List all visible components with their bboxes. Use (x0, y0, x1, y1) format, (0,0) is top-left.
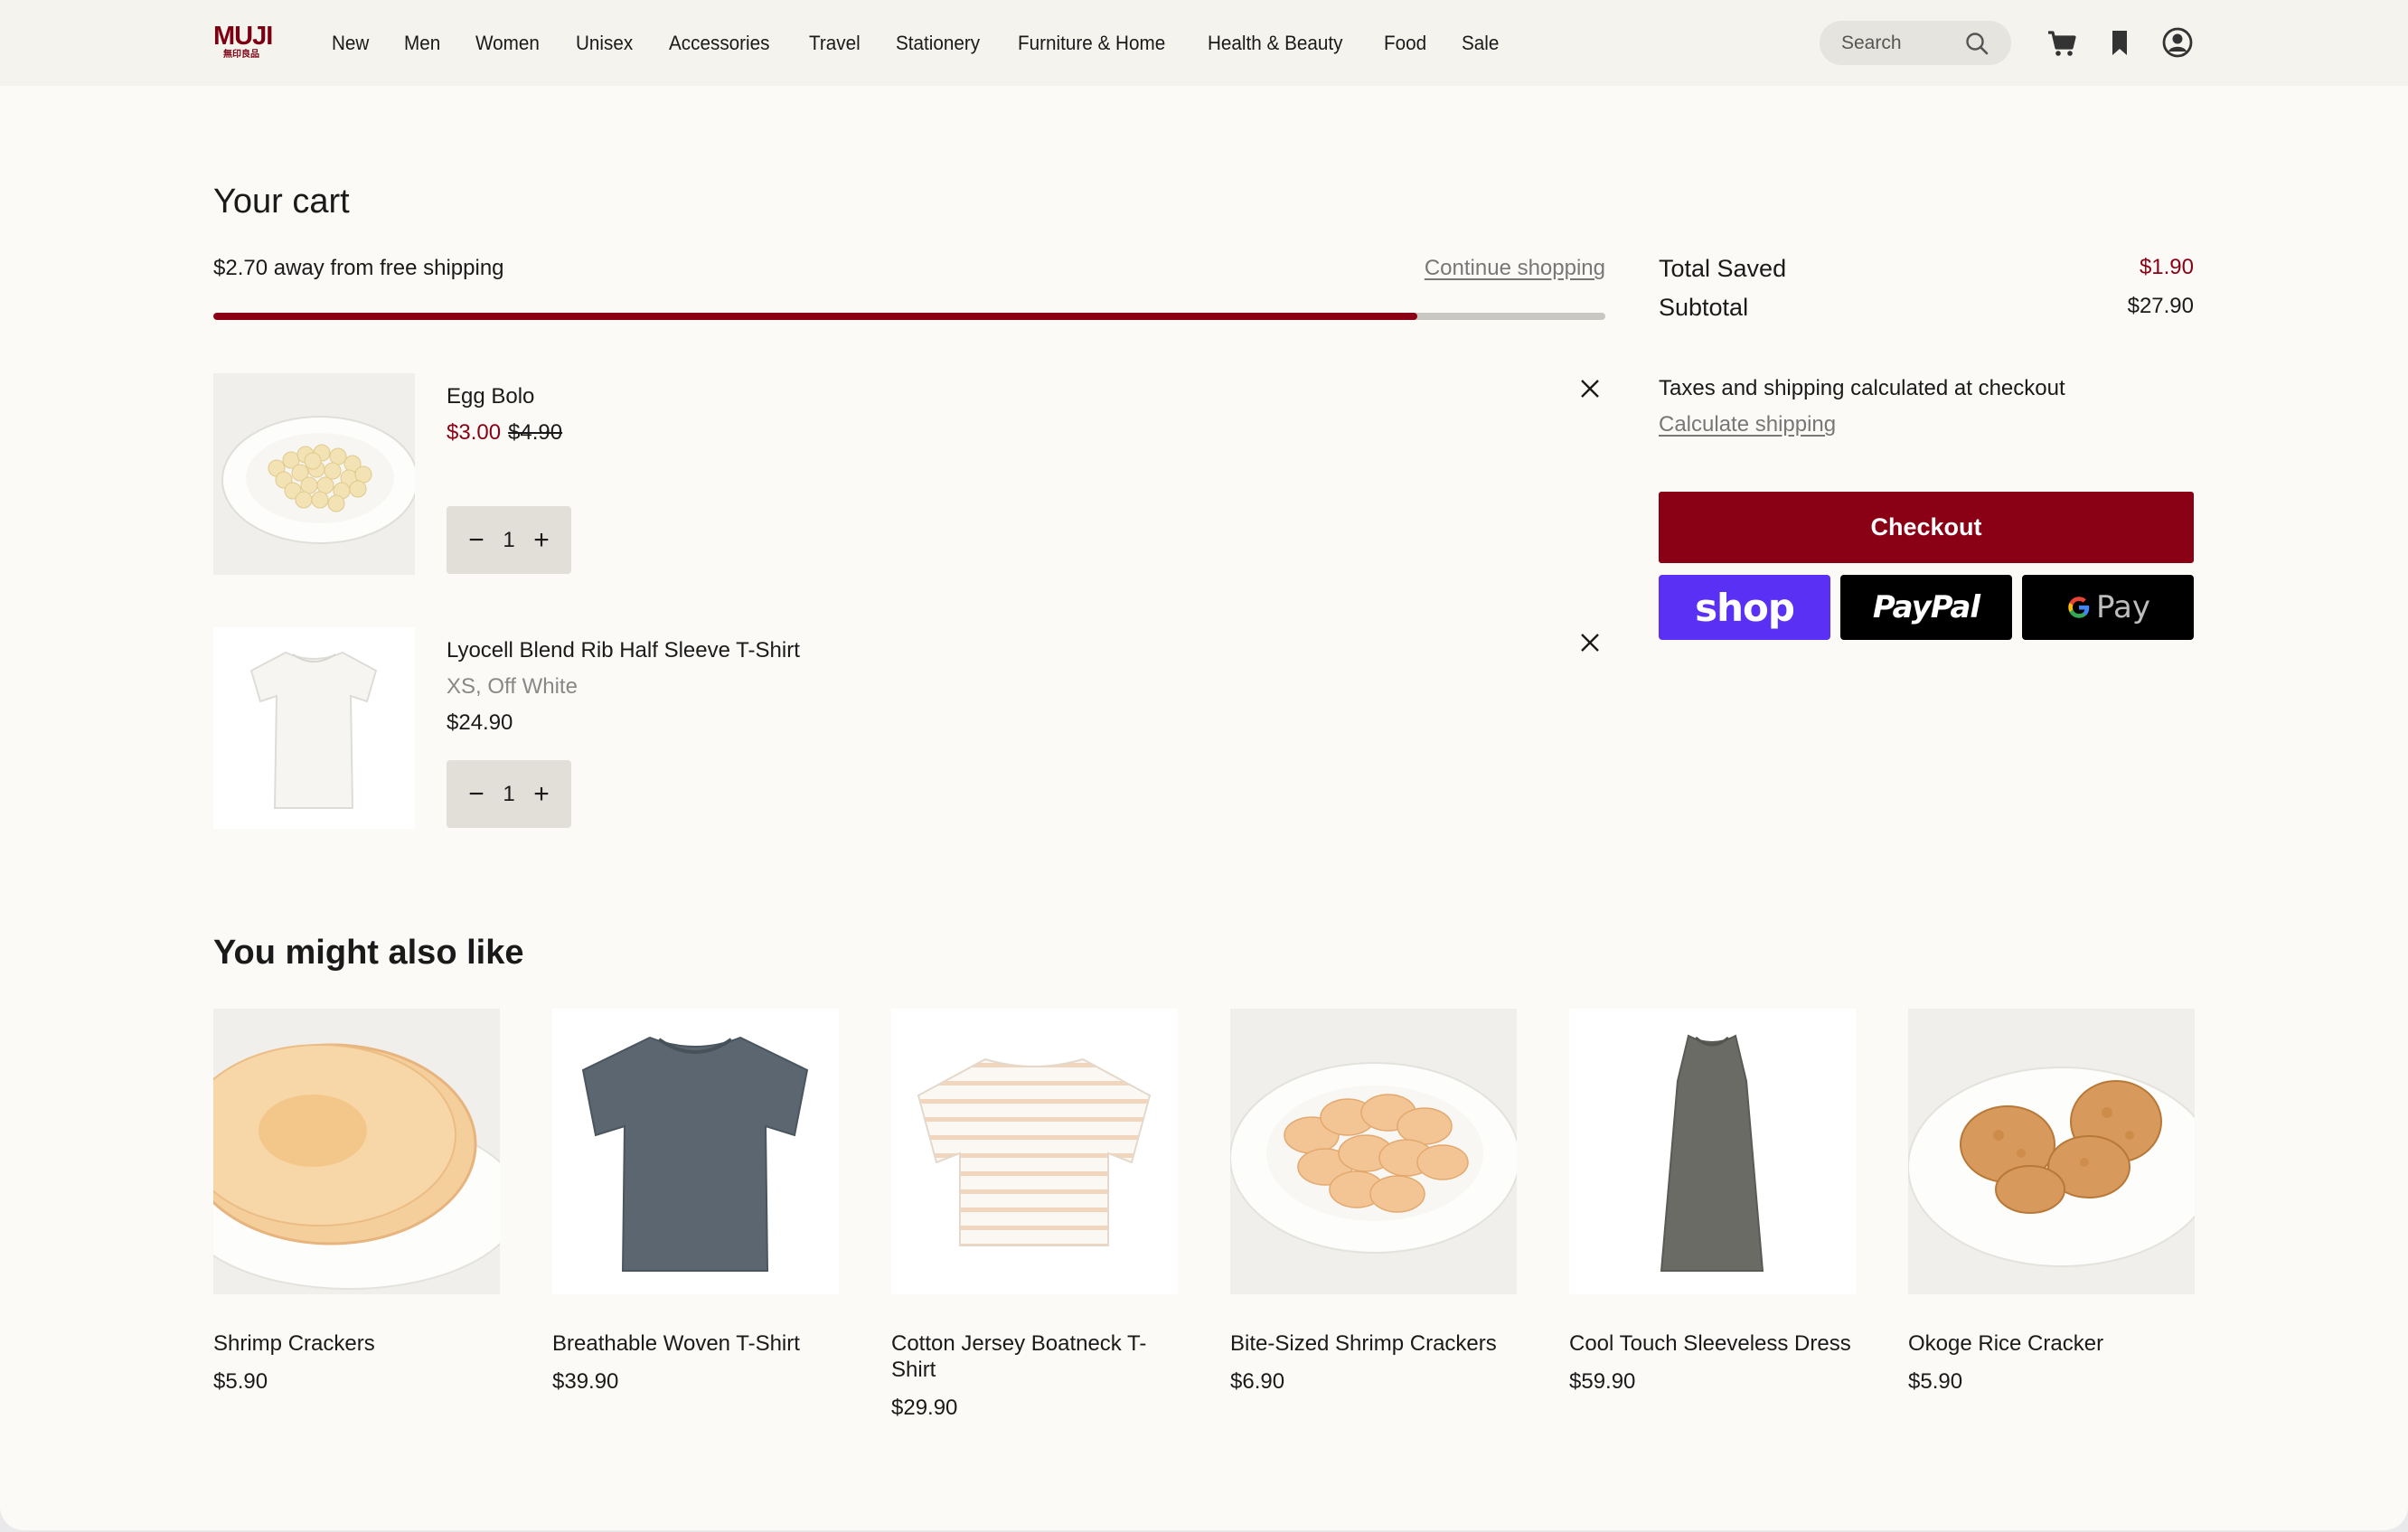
cart-title: Your cart (213, 183, 350, 221)
decrease-quantity-button[interactable]: − (465, 780, 488, 807)
nav-item-unisex[interactable]: Unisex (576, 32, 633, 55)
product-card[interactable]: Shrimp Crackers $5.90 (213, 1009, 500, 1395)
google-g-icon (2068, 597, 2090, 618)
google-pay-button[interactable]: Pay (2022, 575, 2194, 640)
free-shipping-progress (213, 313, 1605, 320)
nav-item-health-beauty[interactable]: Health & Beauty (1208, 32, 1342, 55)
checkout-button[interactable]: Checkout (1659, 492, 2194, 563)
product-price: $29.90 (891, 1396, 958, 1420)
product-price: $6.90 (1230, 1369, 1285, 1394)
search-icon[interactable] (1964, 31, 1989, 56)
product-price: $5.90 (1908, 1369, 1963, 1394)
main-nav: New Men Women Unisex Accessories Travel … (332, 0, 1501, 86)
cart-icon[interactable] (2044, 24, 2080, 61)
account-icon[interactable] (2159, 24, 2196, 61)
paypal-logo: PayPal (1872, 589, 1980, 625)
product-card[interactable]: Breathable Woven T-Shirt $39.90 (552, 1009, 839, 1395)
quantity-stepper: − 1 + (447, 506, 571, 574)
shop-pay-logo: shop (1695, 585, 1795, 630)
nav-item-travel[interactable]: Travel (809, 32, 861, 55)
egg-bolo-image[interactable] (213, 373, 415, 575)
remove-item-icon[interactable] (1575, 627, 1605, 658)
google-pay-logo: Pay (2065, 589, 2150, 625)
nav-item-new[interactable]: New (332, 32, 369, 55)
cart-item-variant: XS, Off White (447, 674, 578, 699)
paypal-button[interactable]: PayPal (1840, 575, 2012, 640)
cart-item-name[interactable]: Lyocell Blend Rib Half Sleeve T-Shirt (447, 638, 800, 663)
okoge-rice-cracker-image[interactable] (1908, 1009, 2195, 1294)
shop-pay-button[interactable]: shop (1659, 575, 1830, 640)
product-price: $39.90 (552, 1369, 619, 1394)
muji-logo[interactable]: MUJI 無印良品 (213, 22, 273, 61)
recommendations-title: You might also like (213, 934, 524, 972)
continue-shopping-link[interactable]: Continue shopping (1425, 256, 1605, 281)
shrimp-crackers-image[interactable] (213, 1009, 500, 1294)
site-header: MUJI 無印良品 New Men Women Unisex Accessori… (0, 0, 2408, 86)
tax-note: Taxes and shipping calculated at checkou… (1659, 376, 2065, 400)
bookmark-icon[interactable] (2102, 24, 2138, 61)
product-name[interactable]: Shrimp Crackers (213, 1330, 500, 1357)
product-card[interactable]: Bite-Sized Shrimp Crackers $6.90 (1230, 1009, 1517, 1395)
product-name[interactable]: Cool Touch Sleeveless Dress (1569, 1330, 1856, 1357)
nav-item-stationery[interactable]: Stationery (896, 32, 980, 55)
product-name[interactable]: Cotton Jersey Boatneck T-Shirt (891, 1330, 1178, 1383)
product-price: $5.90 (213, 1369, 268, 1394)
free-shipping-progress-fill (213, 313, 1418, 320)
nav-item-men[interactable]: Men (404, 32, 440, 55)
lyocell-tshirt-image[interactable] (213, 627, 415, 829)
decrease-quantity-button[interactable]: − (465, 526, 488, 553)
nav-item-women[interactable]: Women (475, 32, 540, 55)
total-saved-value: $1.90 (2139, 255, 2194, 279)
sale-price: $3.00 (447, 420, 502, 445)
subtotal-row: Subtotal $27.90 (1659, 294, 2194, 322)
total-saved-row: Total Saved $1.90 (1659, 255, 2194, 283)
increase-quantity-button[interactable]: + (530, 526, 553, 553)
subtotal-label: Subtotal (1659, 294, 1749, 321)
bite-sized-crackers-image[interactable] (1230, 1009, 1517, 1294)
nav-item-furniture-home[interactable]: Furniture & Home (1018, 32, 1165, 55)
increase-quantity-button[interactable]: + (530, 780, 553, 807)
product-name[interactable]: Breathable Woven T-Shirt (552, 1330, 839, 1357)
nav-item-sale[interactable]: Sale (1462, 32, 1499, 55)
google-pay-text: Pay (2096, 589, 2150, 625)
search-input[interactable] (1841, 21, 1968, 65)
original-price: $4.90 (508, 420, 563, 445)
product-name[interactable]: Okoge Rice Cracker (1908, 1330, 2195, 1357)
quantity-value: 1 (503, 781, 515, 806)
product-card[interactable]: Cool Touch Sleeveless Dress $59.90 (1569, 1009, 1856, 1395)
quantity-value: 1 (503, 527, 515, 552)
woven-tshirt-image[interactable] (552, 1009, 839, 1294)
browser-window: MUJI 無印良品 New Men Women Unisex Accessori… (0, 0, 2408, 1530)
logo-wordmark: MUJI (213, 22, 273, 51)
cart-item: Lyocell Blend Rib Half Sleeve T-Shirt XS… (213, 627, 1605, 830)
cart-item-name[interactable]: Egg Bolo (447, 384, 534, 409)
remove-item-icon[interactable] (1575, 373, 1605, 404)
nav-item-accessories[interactable]: Accessories (669, 32, 769, 55)
cart-item-price: $24.90 (447, 710, 513, 735)
search-box (1820, 21, 2011, 65)
nav-item-food[interactable]: Food (1384, 32, 1426, 55)
boatneck-tshirt-image[interactable] (891, 1009, 1178, 1294)
calculate-shipping-link[interactable]: Calculate shipping (1659, 412, 1836, 437)
cart-item: Egg Bolo $3.00 $4.90 − 1 + (213, 373, 1605, 576)
product-card[interactable]: Cotton Jersey Boatneck T-Shirt $29.90 (891, 1009, 1178, 1421)
total-saved-label: Total Saved (1659, 255, 1787, 282)
quantity-stepper: − 1 + (447, 760, 571, 828)
product-price: $59.90 (1569, 1369, 1636, 1394)
cart-item-price: $3.00 $4.90 (447, 420, 562, 446)
logo-kanji: 無印良品 (223, 50, 259, 60)
sleeveless-dress-image[interactable] (1569, 1009, 1856, 1294)
free-shipping-text: $2.70 away from free shipping (213, 256, 504, 280)
subtotal-value: $27.90 (2127, 294, 2194, 318)
product-card[interactable]: Okoge Rice Cracker $5.90 (1908, 1009, 2195, 1395)
product-name[interactable]: Bite-Sized Shrimp Crackers (1230, 1330, 1517, 1357)
